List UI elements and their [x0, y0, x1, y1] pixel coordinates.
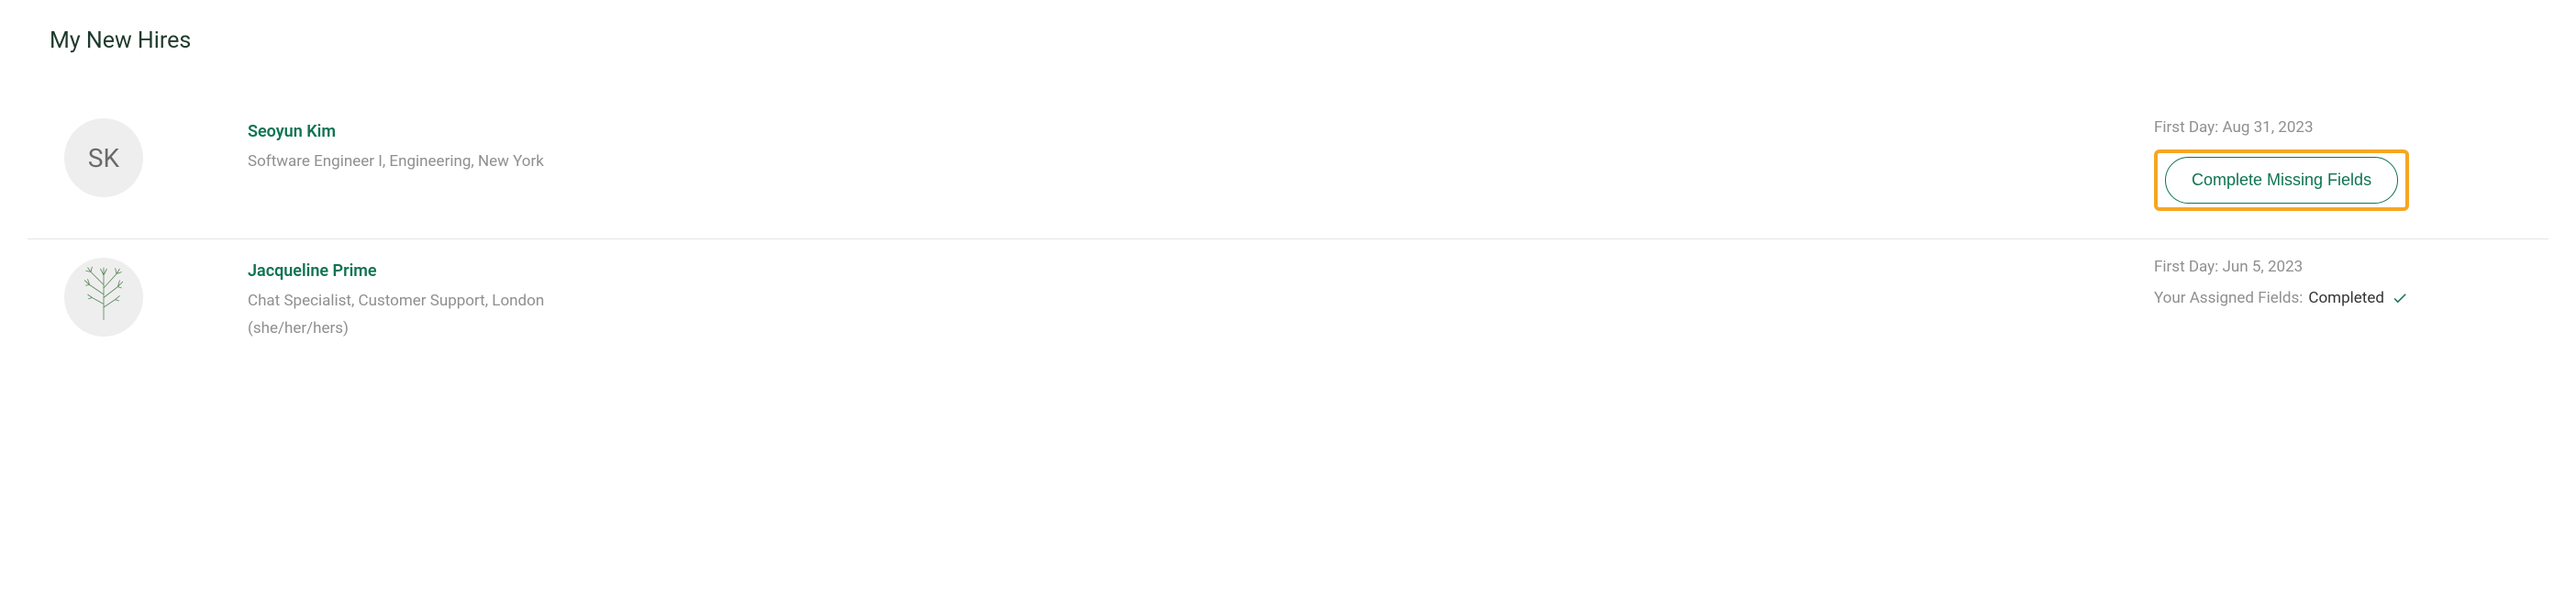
- hire-pronouns: (she/her/hers): [248, 319, 2154, 338]
- plant-icon: [72, 262, 136, 333]
- avatar-column: SK: [28, 118, 248, 197]
- section-title: My New Hires: [50, 28, 2548, 54]
- highlight-annotation: Complete Missing Fields: [2154, 150, 2409, 211]
- assigned-fields-status: Your Assigned Fields: Completed: [2154, 289, 2408, 307]
- hire-name[interactable]: Jacqueline Prime: [248, 261, 2154, 281]
- first-day-label: First Day: Jun 5, 2023: [2154, 258, 2303, 276]
- hire-row: Jacqueline Prime Chat Specialist, Custom…: [28, 239, 2548, 374]
- avatar-column: [28, 258, 248, 337]
- avatar[interactable]: SK: [64, 118, 143, 197]
- status-column: First Day: Aug 31, 2023 Complete Missing…: [2154, 118, 2548, 211]
- check-icon: [2392, 290, 2408, 306]
- status-column: First Day: Jun 5, 2023 Your Assigned Fie…: [2154, 258, 2548, 307]
- first-day-label: First Day: Aug 31, 2023: [2154, 118, 2314, 137]
- hire-detail: Software Engineer I, Engineering, New Yo…: [248, 152, 2154, 171]
- avatar[interactable]: [64, 258, 143, 337]
- status-prefix: Your Assigned Fields:: [2154, 289, 2303, 307]
- complete-missing-fields-button[interactable]: Complete Missing Fields: [2165, 157, 2398, 204]
- status-value: Completed: [2308, 289, 2384, 307]
- hire-name[interactable]: Seoyun Kim: [248, 122, 2154, 141]
- hire-list: SK Seoyun Kim Software Engineer I, Engin…: [28, 100, 2548, 374]
- hire-row: SK Seoyun Kim Software Engineer I, Engin…: [28, 100, 2548, 239]
- hire-info: Seoyun Kim Software Engineer I, Engineer…: [248, 118, 2154, 180]
- avatar-initials: SK: [88, 143, 119, 173]
- hire-info: Jacqueline Prime Chat Specialist, Custom…: [248, 258, 2154, 347]
- hire-detail: Chat Specialist, Customer Support, Londo…: [248, 292, 2154, 310]
